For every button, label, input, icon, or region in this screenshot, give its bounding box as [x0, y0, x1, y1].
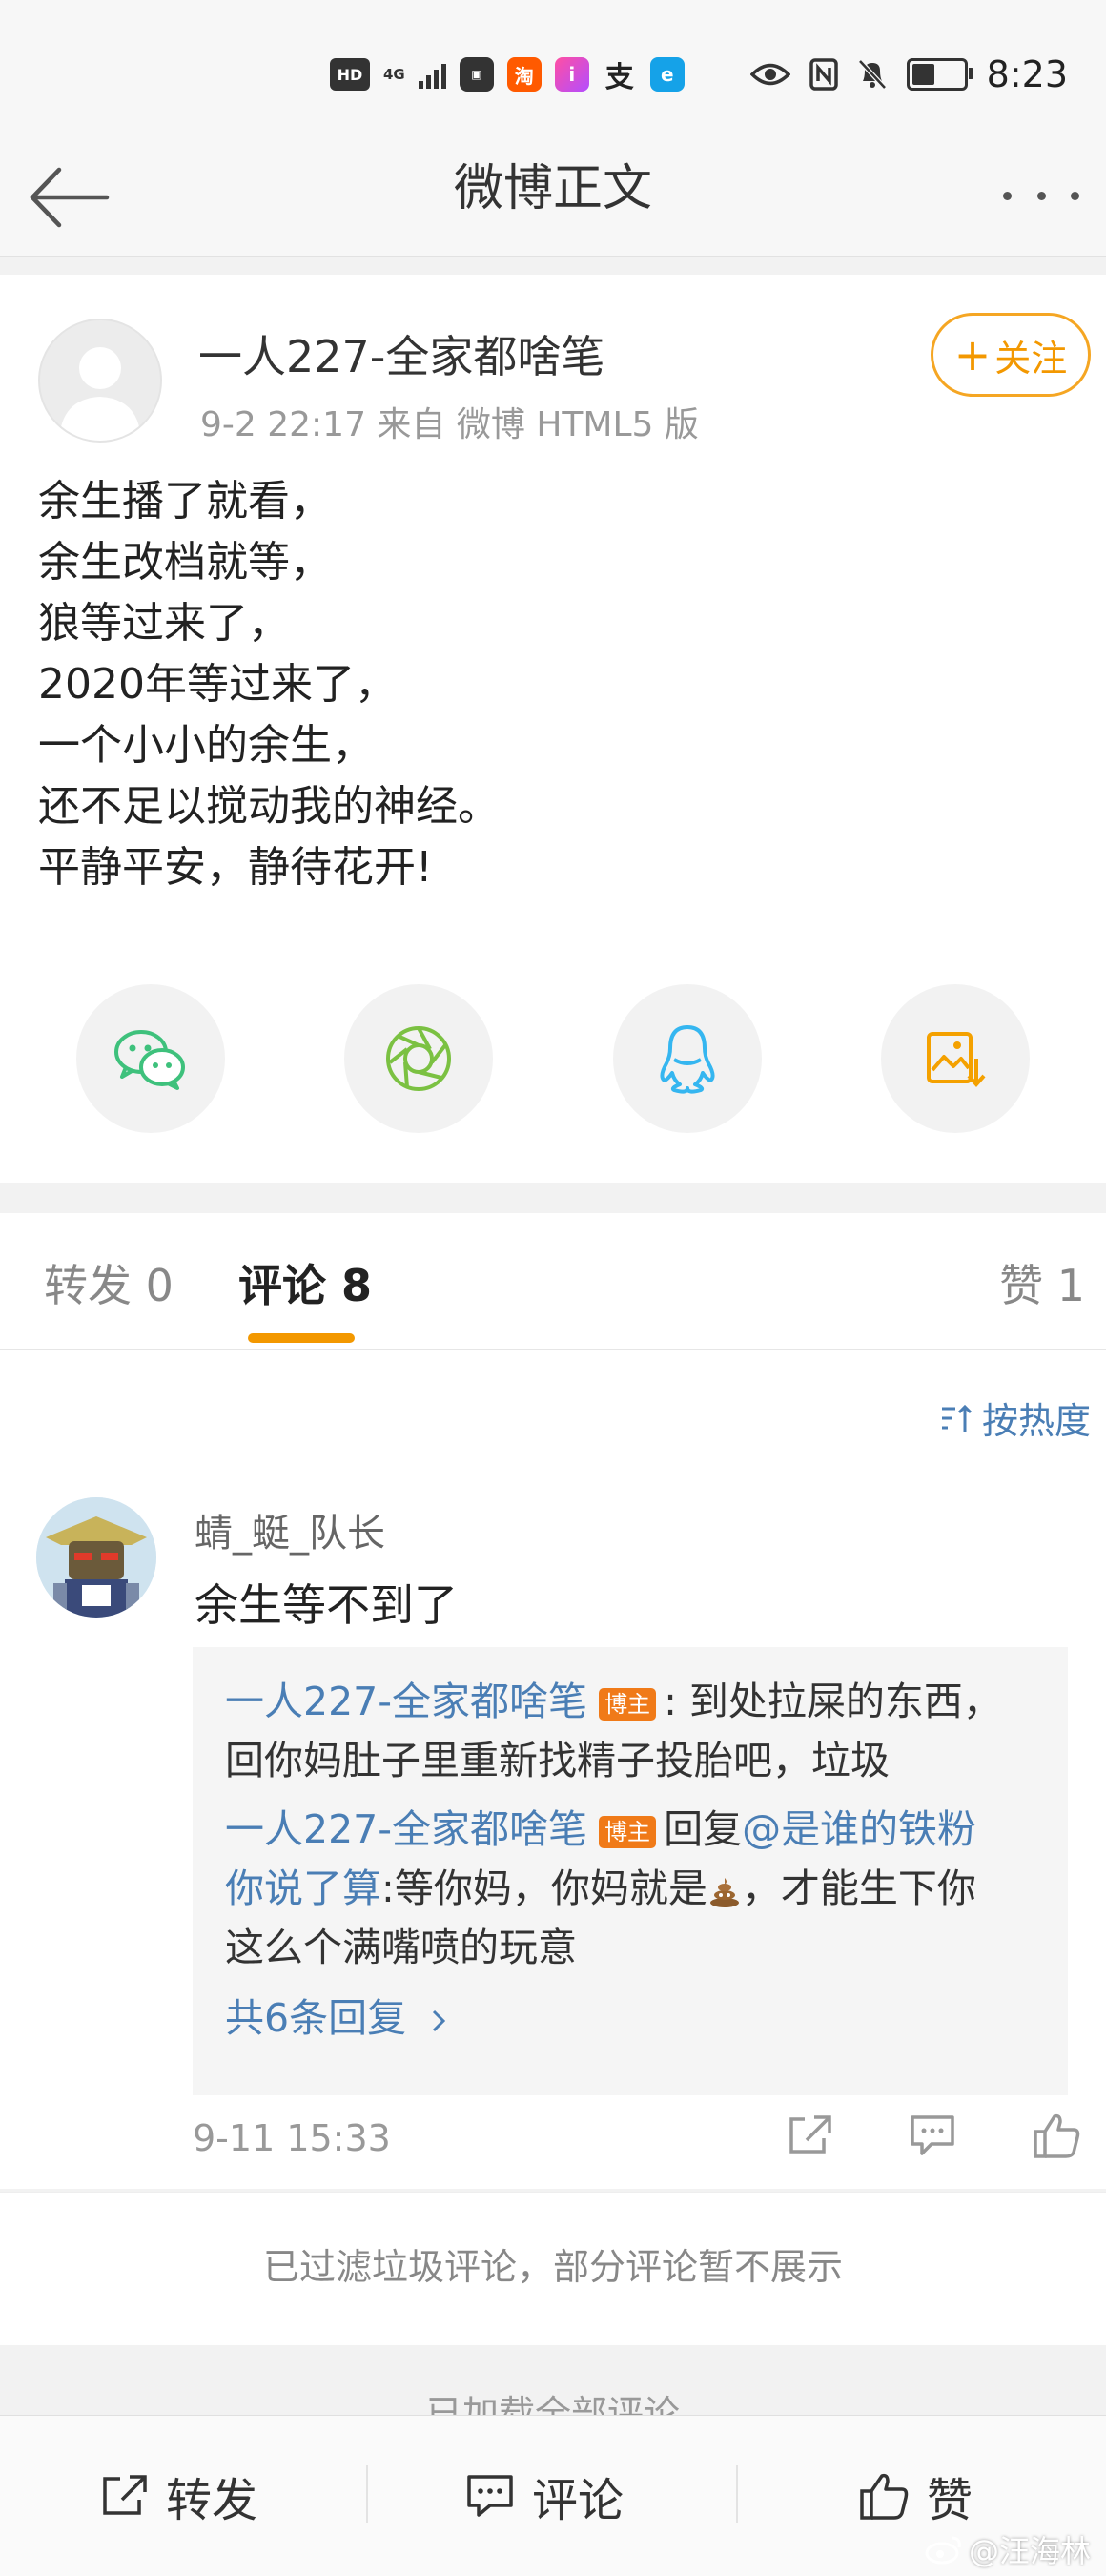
post-card: 一人227-全家都啥笔 9-2 22:17 来自 微博 HTML5 版 + 关注…: [0, 275, 1106, 1183]
more-options-icon[interactable]: [1003, 181, 1079, 210]
reply-preview-box[interactable]: 一人227-全家都啥笔 博主: 到处拉屎的东西， 回你妈肚子里重新找精子投胎吧，垃…: [193, 1647, 1068, 2095]
status-bar: HD 4G ▣ 淘 i 支 e 8:23: [0, 0, 1106, 143]
post-meta: 9-2 22:17 来自 微博 HTML5 版: [200, 405, 699, 444]
weibo-logo-icon: [925, 2536, 961, 2565]
author-avatar[interactable]: [38, 319, 162, 443]
share-moments-button[interactable]: [344, 984, 494, 1133]
reply-word: 回复: [664, 1806, 743, 1852]
hd-icon: HD: [330, 58, 370, 91]
reply-line: 一人227-全家都啥笔 博主: 到处拉屎的东西，: [225, 1672, 1002, 1731]
status-time: 8:23: [986, 53, 1068, 95]
more-replies-label: 共6条回复: [225, 1995, 407, 2041]
follow-label: 关注: [994, 337, 1068, 380]
4g-icon: 4G: [383, 66, 405, 83]
reply-comment-icon[interactable]: [909, 2113, 956, 2157]
reply-text: :等你妈，你妈就是: [381, 1865, 707, 1911]
share-qq-button[interactable]: [612, 984, 762, 1133]
comment-timestamp: 9-11 15:33: [193, 2117, 391, 2159]
share-comment-icon[interactable]: [786, 2113, 833, 2157]
save-image-button[interactable]: [880, 984, 1030, 1133]
post-line: 还不足以搅动我的神经。: [38, 782, 500, 831]
watermark: @汪海林: [925, 2527, 1091, 2571]
commenter-name[interactable]: 蜻_蜓_队长: [195, 1502, 385, 1557]
repost-label: 转发: [166, 2474, 258, 2527]
qq-icon: [660, 1025, 715, 1094]
share-row: [76, 984, 1030, 1137]
repost-icon: [103, 2475, 147, 2515]
tab-comment[interactable]: 评论 8: [238, 1251, 372, 1314]
sort-icon: [941, 1404, 973, 1432]
huawei-icon: ▣: [459, 57, 494, 92]
reply-text: ，才能生下你: [741, 1865, 976, 1911]
robot-avatar-image: [36, 1497, 156, 1618]
sort-by-hot-button[interactable]: 按热度: [940, 1391, 1091, 1444]
active-tab-indicator: [248, 1333, 355, 1343]
filtered-notice-text: 已过滤垃圾评论，部分评论暂不展示: [262, 2246, 843, 2288]
like-label: 赞: [927, 2474, 973, 2527]
share-wechat-button[interactable]: [76, 984, 225, 1133]
eye-icon: [749, 63, 790, 86]
commenter-avatar[interactable]: [36, 1497, 156, 1618]
mention-link[interactable]: @是谁的铁粉: [742, 1806, 976, 1852]
comment-text: 余生等不到了: [195, 1579, 458, 1631]
plus-icon: +: [953, 329, 992, 381]
post-line: 狼等过来了，: [38, 599, 290, 648]
post-body: 余生播了就看， 余生改档就等， 狼等过来了， 2020年等过来了， 一个小小的余…: [38, 471, 1068, 898]
reply-line: 回你妈肚子里重新找精子投胎吧，垃圾: [225, 1738, 890, 1783]
reply-line: 一人227-全家都啥笔 博主 回复@是谁的铁粉: [225, 1800, 976, 1859]
follow-button[interactable]: + 关注: [931, 313, 1091, 397]
signal-icon: [418, 60, 446, 89]
app-e-icon: e: [649, 57, 685, 92]
post-line: 2020年等过来了，: [38, 660, 397, 709]
post-line: 余生播了就看，: [38, 477, 332, 526]
reply-line: 这么个满嘴喷的玩意: [225, 1925, 577, 1970]
page-title: 微博正文: [453, 160, 652, 217]
reply-text: : 到处拉屎的东西，: [664, 1679, 1002, 1724]
author-tag-badge: 博主: [599, 1688, 657, 1721]
watermark-text: @汪海林: [968, 2533, 1091, 2569]
save-image-icon: [926, 1032, 986, 1088]
author-name[interactable]: 一人227-全家都啥笔: [198, 322, 604, 385]
like-comment-icon[interactable]: [1032, 2112, 1081, 2158]
status-icons-right: 8:23: [749, 53, 1068, 95]
mention-link[interactable]: 你说了算: [225, 1865, 381, 1911]
divider: [366, 2465, 368, 2523]
poop-emoji-icon: [709, 1878, 739, 1907]
author-tag-badge: 博主: [599, 1816, 657, 1848]
app-i-icon: i: [554, 57, 589, 92]
moments-icon: [386, 1026, 452, 1091]
battery-icon: [906, 58, 973, 91]
comment-actions: [786, 2107, 1081, 2164]
sort-label: 按热度: [981, 1400, 1091, 1442]
comment-button[interactable]: 评论: [465, 2416, 624, 2576]
post-line: 一个小小的余生，: [38, 721, 374, 770]
nav-bar: 微博正文: [0, 143, 1106, 257]
reply-author-link[interactable]: 一人227-全家都啥笔: [225, 1806, 587, 1852]
status-icons-left: HD 4G ▣ 淘 i 支 e: [330, 55, 685, 94]
reply-line: 你说了算:等你妈，你妈就是 ，才能生下你: [225, 1859, 976, 1918]
comment-icon: [467, 2475, 513, 2517]
comment-label: 评论: [532, 2474, 625, 2527]
filtered-notice: 已过滤垃圾评论，部分评论暂不展示: [0, 2192, 1106, 2345]
tab-repost[interactable]: 转发 0: [44, 1251, 174, 1314]
repost-button[interactable]: 转发: [99, 2416, 257, 2576]
like-icon: [860, 2473, 909, 2520]
wechat-icon: [114, 1030, 185, 1090]
post-tabs: 转发 0 评论 8 赞 1: [0, 1213, 1106, 1350]
default-avatar-icon: [59, 347, 141, 441]
post-line: 平静平安，静待花开!: [38, 843, 433, 892]
view-all-replies-link[interactable]: 共6条回复: [225, 1989, 449, 2048]
chevron-right-icon: [433, 2009, 446, 2032]
taobao-icon: 淘: [506, 57, 542, 92]
alipay-icon: 支: [604, 61, 634, 94]
comment-list: 按热度 蜻_蜓_队长 余生等不到了 一人227-全家都啥笔 博主: 到处拉屎的东西…: [0, 1350, 1106, 2189]
divider: [736, 2465, 738, 2523]
tab-like[interactable]: 赞 1: [999, 1251, 1085, 1314]
nfc-icon: [809, 58, 838, 91]
mute-bell-icon: [857, 59, 887, 90]
reply-author-link[interactable]: 一人227-全家都啥笔: [225, 1679, 587, 1724]
post-line: 余生改档就等，: [38, 538, 332, 587]
